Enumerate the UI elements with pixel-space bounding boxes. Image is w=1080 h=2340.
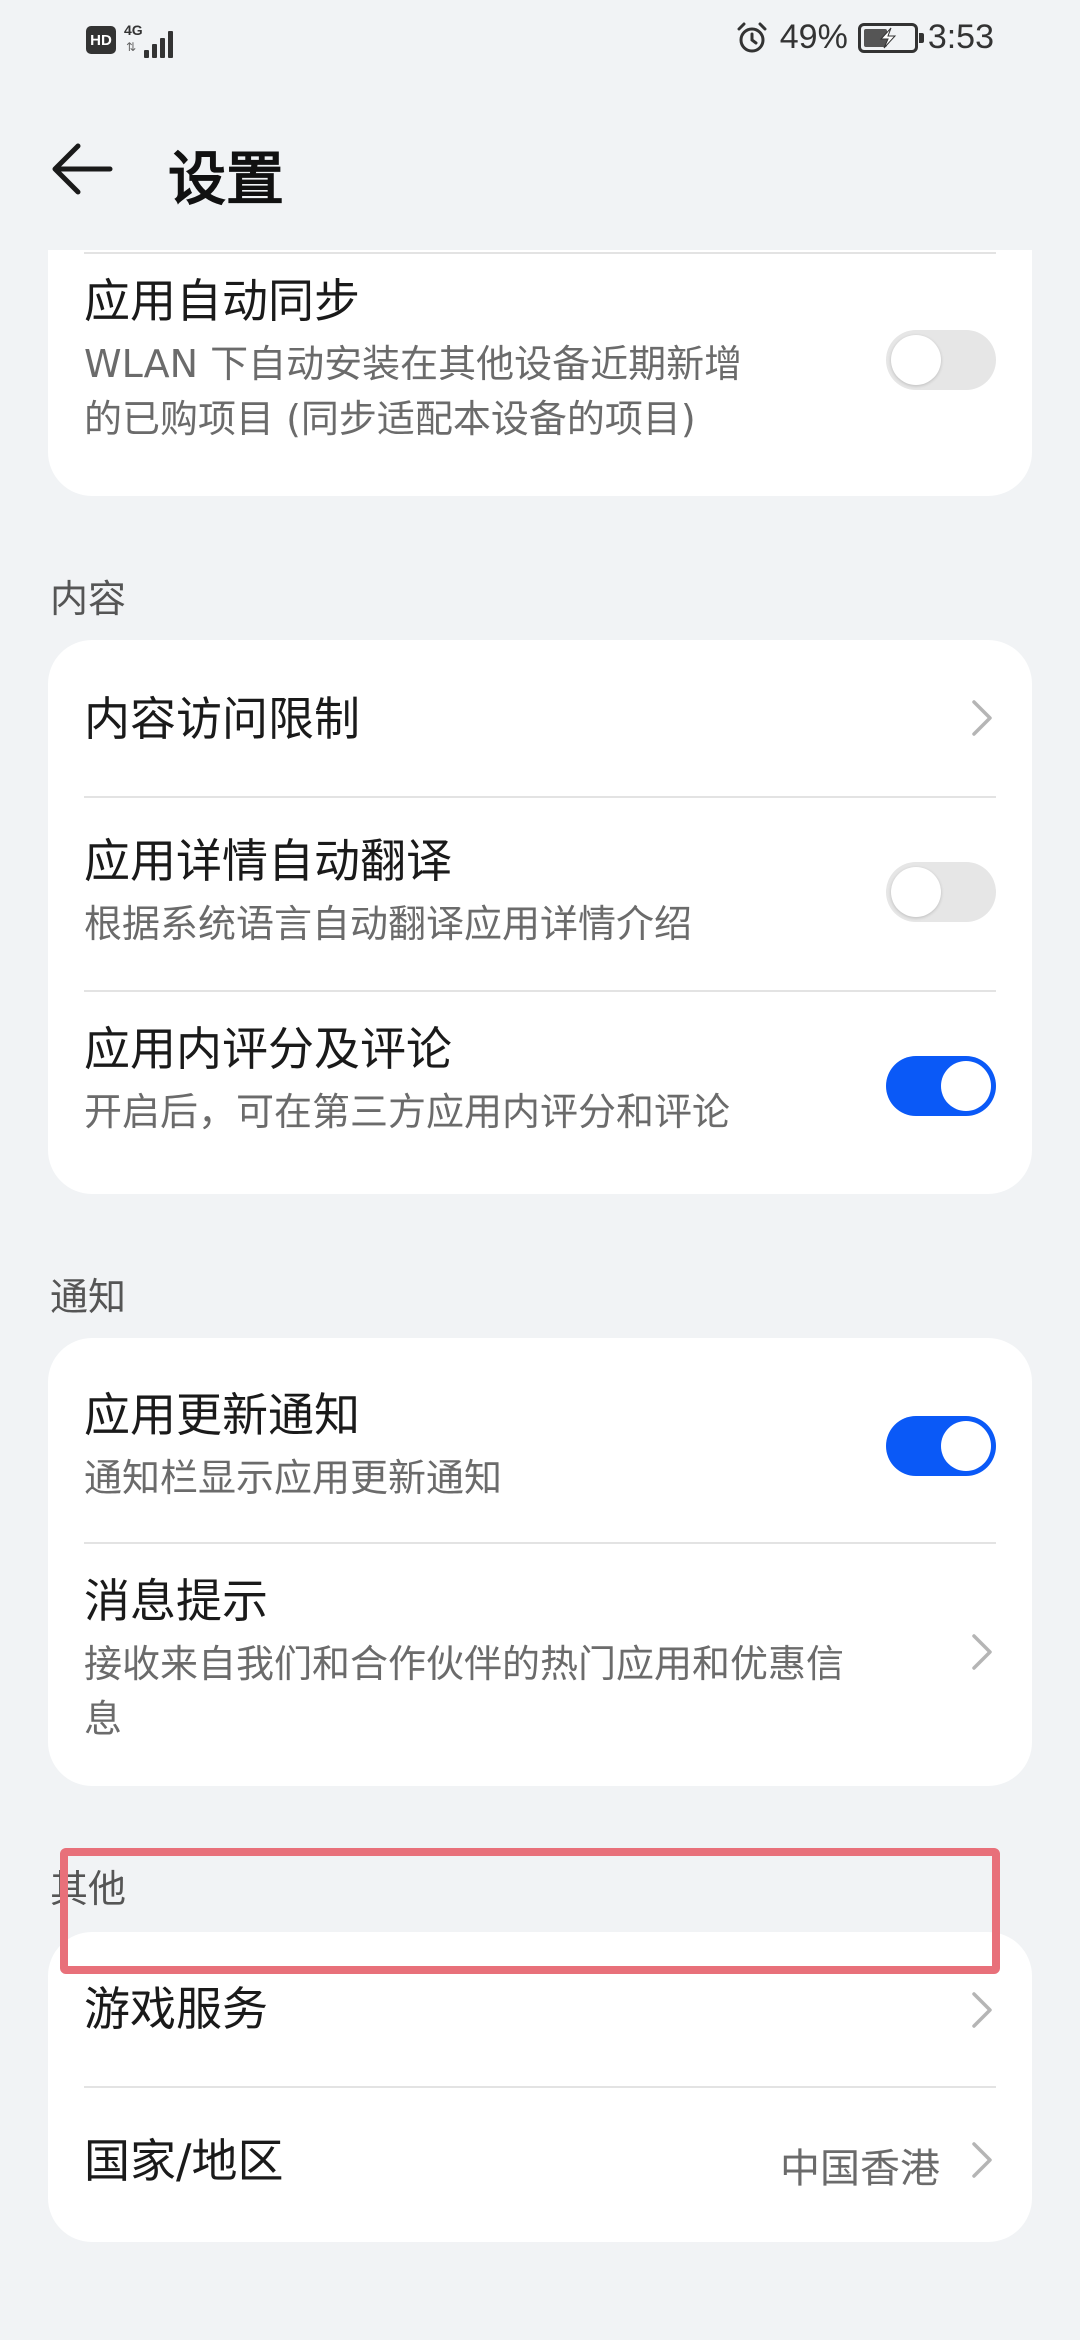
- signal-icon: 4G ⇅: [124, 22, 176, 58]
- chevron-right-icon: [972, 700, 992, 736]
- chevron-right-icon: [972, 1992, 992, 2028]
- status-bar: HD 4G ⇅ 49% 3:53: [0, 0, 1080, 84]
- app-header: 设置: [0, 84, 1080, 244]
- ratings-subtitle: 开启后，可在第三方应用内评分和评论: [84, 1090, 731, 1135]
- section-label-content: 内容: [50, 577, 127, 621]
- update-notify-title: 应用更新通知: [84, 1388, 360, 1442]
- update-notify-toggle[interactable]: [886, 1416, 996, 1476]
- card-other: 游戏服务 国家/地区 中国香港: [48, 1932, 1032, 2242]
- back-arrow-icon: [52, 143, 113, 195]
- row-ratings[interactable]: 应用内评分及评论 开启后，可在第三方应用内评分和评论: [84, 992, 996, 1192]
- ratings-toggle[interactable]: [886, 1056, 996, 1116]
- auto-sync-toggle[interactable]: [886, 330, 996, 390]
- network-type: 4G: [124, 22, 143, 38]
- battery-percent: 49%: [779, 18, 848, 56]
- clock: 3:53: [927, 18, 994, 56]
- content-access-title: 内容访问限制: [84, 692, 360, 746]
- auto-translate-toggle[interactable]: [886, 862, 996, 922]
- settings-list[interactable]: 应用自动同步 WLAN 下自动安装在其他设备近期新增 的已购项目 (同步适配本设…: [0, 250, 1080, 2340]
- update-notify-subtitle: 通知栏显示应用更新通知: [84, 1456, 503, 1501]
- region-value: 中国香港: [780, 2146, 940, 2192]
- back-button[interactable]: [40, 124, 130, 214]
- hd-badge: HD: [86, 26, 116, 54]
- row-region[interactable]: 国家/地区 中国香港: [84, 2088, 996, 2242]
- row-messages[interactable]: 消息提示 接收来自我们和合作伙伴的热门应用和优惠信 息: [84, 1544, 996, 1784]
- alarm-icon: [737, 22, 767, 52]
- chevron-right-icon: [972, 2142, 992, 2178]
- messages-title: 消息提示: [84, 1574, 268, 1628]
- card-content: 内容访问限制 应用详情自动翻译 根据系统语言自动翻译应用详情介绍 应用内评分及评…: [48, 640, 1032, 1194]
- ratings-title: 应用内评分及评论: [84, 1022, 452, 1076]
- card-sync: 应用自动同步 WLAN 下自动安装在其他设备近期新增 的已购项目 (同步适配本设…: [48, 250, 1032, 496]
- row-update-notify[interactable]: 应用更新通知 通知栏显示应用更新通知: [84, 1338, 996, 1538]
- battery-icon: [857, 22, 924, 53]
- row-auto-sync[interactable]: 应用自动同步 WLAN 下自动安装在其他设备近期新增 的已购项目 (同步适配本设…: [84, 274, 996, 474]
- chevron-right-icon: [972, 1634, 992, 1670]
- auto-translate-subtitle: 根据系统语言自动翻译应用详情介绍: [84, 902, 693, 947]
- highlight-box: [60, 1848, 1000, 1974]
- auto-translate-title: 应用详情自动翻译: [84, 834, 452, 888]
- page-title: 设置: [168, 145, 285, 213]
- game-service-title: 游戏服务: [84, 1982, 268, 2036]
- auto-sync-title: 应用自动同步: [84, 274, 360, 328]
- row-content-access[interactable]: 内容访问限制: [84, 640, 996, 796]
- card-notify: 应用更新通知 通知栏显示应用更新通知 消息提示 接收来自我们和合作伙伴的热门应用…: [48, 1338, 1032, 1786]
- region-title: 国家/地区: [84, 2134, 284, 2188]
- section-label-notify: 通知: [50, 1275, 127, 1319]
- auto-sync-subtitle: WLAN 下自动安装在其他设备近期新增 的已购项目 (同步适配本设备的项目): [84, 342, 743, 442]
- row-auto-translate[interactable]: 应用详情自动翻译 根据系统语言自动翻译应用详情介绍: [84, 798, 996, 988]
- messages-subtitle: 接收来自我们和合作伙伴的热门应用和优惠信 息: [84, 1642, 845, 1742]
